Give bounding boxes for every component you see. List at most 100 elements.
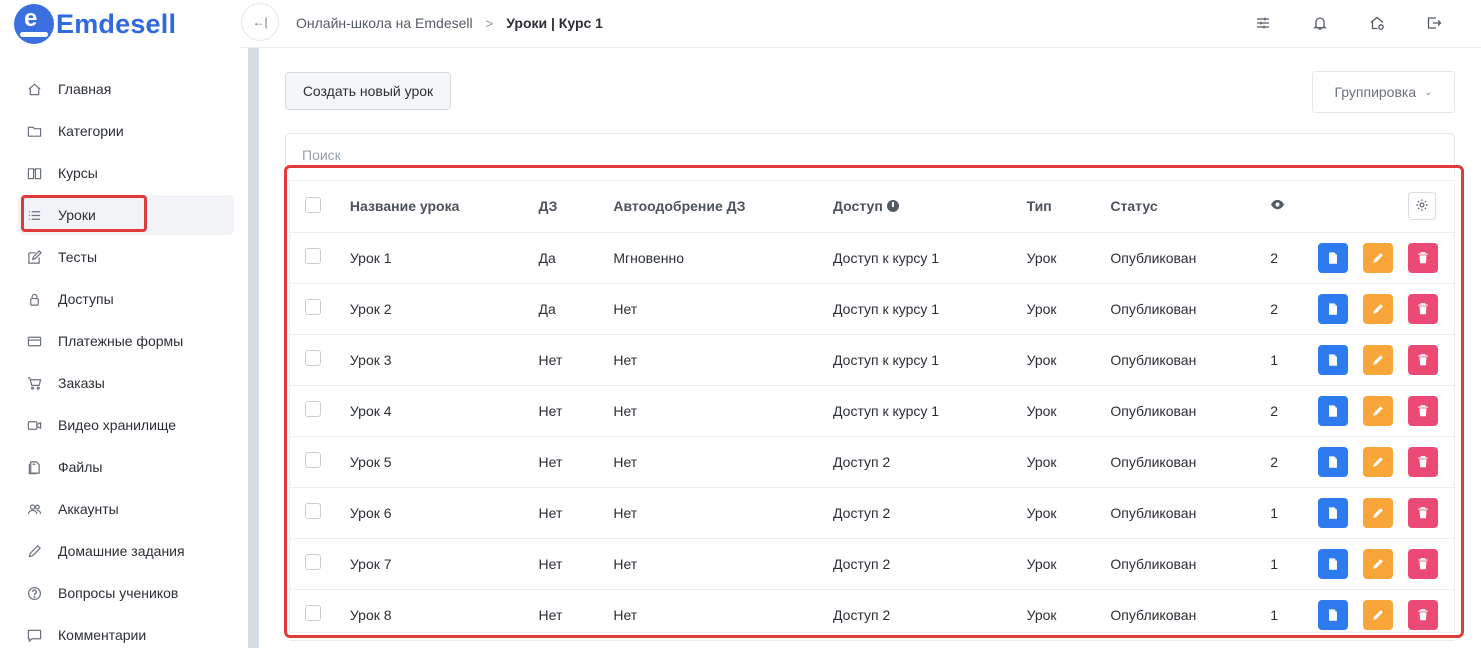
sidebar-item-video-storage[interactable]: Видео хранилище <box>18 405 234 445</box>
sidebar-item-accounts[interactable]: Аккаунты <box>18 489 234 529</box>
column-header-name[interactable]: Название урока <box>349 181 539 233</box>
delete-lesson-button[interactable] <box>1407 548 1438 579</box>
row-checkbox[interactable] <box>305 503 321 519</box>
view-lesson-button[interactable] <box>1318 446 1349 477</box>
sidebar-item-comments[interactable]: Комментарии <box>18 615 234 655</box>
sidebar-item-label: Тесты <box>58 249 98 265</box>
cell-lesson-name[interactable]: Урок 4 <box>349 385 539 437</box>
home-settings-icon[interactable] <box>1368 14 1386 32</box>
column-header-access[interactable]: Доступ <box>833 181 1027 233</box>
edit-lesson-button[interactable] <box>1363 497 1394 528</box>
cell-lesson-name[interactable]: Урок 7 <box>349 538 539 590</box>
delete-lesson-button[interactable] <box>1407 242 1438 273</box>
cell-auto-approve: Нет <box>613 385 834 437</box>
sidebar-scrollbar[interactable] <box>248 48 259 648</box>
table-row[interactable]: Урок 1 Да Мгновенно Доступ к курсу 1 Урок Опу… <box>290 232 1454 284</box>
edit-lesson-button[interactable] <box>1363 293 1394 324</box>
edit-lesson-button[interactable] <box>1363 548 1394 579</box>
row-checkbox[interactable] <box>305 248 321 264</box>
view-lesson-button[interactable] <box>1318 497 1349 528</box>
breadcrumb-parent[interactable]: Онлайн-школа на Emdesell <box>296 15 473 31</box>
table-row[interactable]: Урок 7 Нет Нет Доступ 2 Урок Опубликован 1 <box>290 538 1454 590</box>
cell-lesson-name[interactable]: Урок 5 <box>349 436 539 488</box>
sidebar-item-courses[interactable]: Курсы <box>18 153 234 193</box>
cell-type: Урок <box>1026 487 1111 539</box>
trash-icon <box>1416 302 1430 316</box>
sidebar-item-orders[interactable]: Заказы <box>18 363 234 403</box>
cell-lesson-name[interactable]: Урок 3 <box>349 334 539 386</box>
sidebar-item-categories[interactable]: Категории <box>18 111 234 151</box>
delete-lesson-button[interactable] <box>1407 344 1438 375</box>
table-row[interactable]: Урок 2 Да Нет Доступ к курсу 1 Урок Опубликов… <box>290 283 1454 335</box>
sidebar-item-payment-forms[interactable]: Платежные формы <box>18 321 234 361</box>
table-row[interactable]: Урок 5 Нет Нет Доступ 2 Урок Опубликован 2 <box>290 436 1454 488</box>
edit-lesson-button[interactable] <box>1363 446 1394 477</box>
row-checkbox[interactable] <box>305 299 321 315</box>
view-lesson-button[interactable] <box>1318 599 1349 630</box>
cell-views: 1 <box>1270 487 1319 539</box>
row-checkbox[interactable] <box>305 605 321 621</box>
sidebar-item-homework[interactable]: Домашние задания <box>18 531 234 571</box>
sidebar-item-student-questions[interactable]: Вопросы учеников <box>18 573 234 613</box>
row-checkbox[interactable] <box>305 452 321 468</box>
view-lesson-button[interactable] <box>1318 344 1349 375</box>
select-all-checkbox[interactable] <box>305 196 321 213</box>
create-lesson-button[interactable]: Создать новый урок <box>285 72 451 110</box>
table-row[interactable]: Урок 4 Нет Нет Доступ к курсу 1 Урок Опублико… <box>290 385 1454 437</box>
cell-status: Опубликован <box>1110 589 1271 641</box>
view-lesson-button[interactable] <box>1318 242 1349 273</box>
search-input[interactable] <box>302 147 902 163</box>
edit-lesson-button[interactable] <box>1363 344 1394 375</box>
bell-icon[interactable] <box>1311 14 1329 32</box>
table-settings-button[interactable] <box>1407 192 1436 221</box>
column-header-status[interactable]: Статус <box>1110 181 1271 233</box>
document-icon <box>1326 455 1340 469</box>
delete-lesson-button[interactable] <box>1407 599 1438 630</box>
view-lesson-button[interactable] <box>1318 548 1349 579</box>
column-header-type[interactable]: Тип <box>1026 181 1111 233</box>
delete-lesson-button[interactable] <box>1407 395 1438 426</box>
row-checkbox[interactable] <box>305 554 321 570</box>
cell-lesson-name[interactable]: Урок 2 <box>349 283 539 335</box>
edit-lesson-button[interactable] <box>1363 242 1394 273</box>
grouping-dropdown[interactable]: Группировка ⌄ <box>1312 71 1455 113</box>
column-header-homework[interactable]: ДЗ <box>538 181 614 233</box>
home-icon <box>26 81 42 97</box>
comment-icon <box>26 627 42 643</box>
sidebar-item-home[interactable]: Главная <box>18 69 234 109</box>
table-row[interactable]: Урок 8 Нет Нет Доступ 2 Урок Опубликован 1 <box>290 589 1454 641</box>
document-icon <box>1326 404 1340 418</box>
row-checkbox[interactable] <box>305 350 321 366</box>
delete-lesson-button[interactable] <box>1407 497 1438 528</box>
cell-lesson-name[interactable]: Урок 8 <box>349 589 539 641</box>
collapse-icon: ←| <box>252 15 268 29</box>
edit-lesson-button[interactable] <box>1363 599 1394 630</box>
cell-views: 1 <box>1270 334 1319 386</box>
cell-lesson-name[interactable]: Урок 6 <box>349 487 539 539</box>
sidebar-item-files[interactable]: Файлы <box>18 447 234 487</box>
sidebar-item-label: Заказы <box>58 375 105 391</box>
table-row[interactable]: Урок 3 Нет Нет Доступ к курсу 1 Урок Опублико… <box>290 334 1454 386</box>
cell-type: Урок <box>1026 232 1111 284</box>
cell-access: Доступ 2 <box>833 487 1027 539</box>
breadcrumb: Онлайн-школа на Emdesell > Уроки | Курс … <box>296 15 603 31</box>
settings-sliders-icon[interactable] <box>1254 14 1272 32</box>
sidebar-item-access[interactable]: Доступы <box>18 279 234 319</box>
delete-lesson-button[interactable] <box>1407 446 1438 477</box>
collapse-sidebar-button[interactable]: ←| <box>241 3 279 41</box>
logo[interactable]: e Emdesell <box>14 4 176 44</box>
sidebar-item-label: Вопросы учеников <box>58 585 179 601</box>
table-row[interactable]: Урок 6 Нет Нет Доступ 2 Урок Опубликован 1 <box>290 487 1454 539</box>
edit-lesson-button[interactable] <box>1363 395 1394 426</box>
sidebar-item-tests[interactable]: Тесты <box>18 237 234 277</box>
column-header-auto-approve[interactable]: Автоодобрение ДЗ <box>613 181 834 233</box>
trash-icon <box>1416 353 1430 367</box>
view-lesson-button[interactable] <box>1318 293 1349 324</box>
cell-homework: Да <box>538 283 614 335</box>
view-lesson-button[interactable] <box>1318 395 1349 426</box>
cell-lesson-name[interactable]: Урок 1 <box>349 232 539 284</box>
logout-icon[interactable] <box>1425 14 1443 32</box>
row-checkbox[interactable] <box>305 401 321 417</box>
delete-lesson-button[interactable] <box>1407 293 1438 324</box>
column-header-views[interactable] <box>1270 181 1319 233</box>
